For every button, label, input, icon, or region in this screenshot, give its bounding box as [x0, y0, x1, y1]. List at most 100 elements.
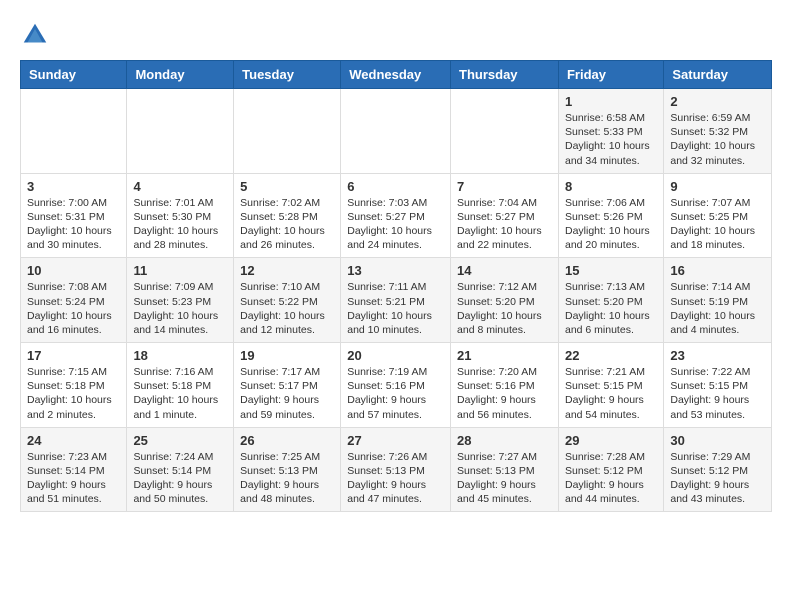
calendar-cell: 28 Sunrise: 7:27 AM Sunset: 5:13 PM Dayli…	[451, 427, 559, 512]
day-number: 20	[347, 348, 444, 363]
day-number: 13	[347, 263, 444, 278]
calendar-cell	[341, 89, 451, 174]
calendar-body: 1 Sunrise: 6:58 AM Sunset: 5:33 PM Daylig…	[21, 89, 772, 512]
day-info: Sunrise: 7:02 AM Sunset: 5:28 PM Dayligh…	[240, 196, 334, 253]
day-number: 30	[670, 433, 765, 448]
calendar-cell: 12Sunrise: 7:10 AM Sunset: 5:22 PM Dayli…	[234, 258, 341, 343]
day-number: 10	[27, 263, 120, 278]
calendar-cell: 24Sunrise: 7:23 AM Sunset: 5:14 PM Dayli…	[21, 427, 127, 512]
calendar-week-3: 10 Sunrise: 7:08 AM Sunset: 5:24 PM Dayli…	[21, 258, 772, 343]
day-number: 28	[457, 433, 552, 448]
day-info: Sunrise: 7:26 AM Sunset: 5:13 PM Dayligh…	[347, 450, 444, 507]
calendar-cell: 4 Sunrise: 7:01 AM Sunset: 5:30 PM Daylig…	[127, 173, 234, 258]
calendar-week-4: 17Sunrise: 7:15 AM Sunset: 5:18 PM Dayli…	[21, 343, 772, 428]
calendar-cell: 6 Sunrise: 7:03 AM Sunset: 5:27 PM Daylig…	[341, 173, 451, 258]
day-number: 23	[670, 348, 765, 363]
day-number: 8	[565, 179, 657, 194]
day-header-tuesday: Tuesday	[234, 61, 341, 89]
day-number: 16	[670, 263, 765, 278]
calendar-week-5: 24Sunrise: 7:23 AM Sunset: 5:14 PM Dayli…	[21, 427, 772, 512]
day-info: Sunrise: 7:08 AM Sunset: 5:24 PM Dayligh…	[27, 280, 120, 337]
logo-icon	[20, 20, 50, 50]
calendar-cell: 17Sunrise: 7:15 AM Sunset: 5:18 PM Dayli…	[21, 343, 127, 428]
day-number: 27	[347, 433, 444, 448]
day-number: 14	[457, 263, 552, 278]
calendar-cell: 16 Sunrise: 7:14 AM Sunset: 5:19 PM Dayli…	[664, 258, 772, 343]
day-number: 9	[670, 179, 765, 194]
calendar-header-row: SundayMondayTuesdayWednesdayThursdayFrid…	[21, 61, 772, 89]
day-info: Sunrise: 7:12 AM Sunset: 5:20 PM Dayligh…	[457, 280, 552, 337]
day-info: Sunrise: 7:14 AM Sunset: 5:19 PM Dayligh…	[670, 280, 765, 337]
day-info: Sunrise: 7:06 AM Sunset: 5:26 PM Dayligh…	[565, 196, 657, 253]
calendar-cell: 25 Sunrise: 7:24 AM Sunset: 5:14 PM Dayli…	[127, 427, 234, 512]
calendar-cell: 21 Sunrise: 7:20 AM Sunset: 5:16 PM Dayli…	[451, 343, 559, 428]
calendar-week-1: 1 Sunrise: 6:58 AM Sunset: 5:33 PM Daylig…	[21, 89, 772, 174]
day-info: Sunrise: 7:19 AM Sunset: 5:16 PM Dayligh…	[347, 365, 444, 422]
day-info: Sunrise: 6:59 AM Sunset: 5:32 PM Dayligh…	[670, 111, 765, 168]
calendar-cell: 18Sunrise: 7:16 AM Sunset: 5:18 PM Dayli…	[127, 343, 234, 428]
calendar-cell: 11 Sunrise: 7:09 AM Sunset: 5:23 PM Dayli…	[127, 258, 234, 343]
calendar-cell: 10 Sunrise: 7:08 AM Sunset: 5:24 PM Dayli…	[21, 258, 127, 343]
day-info: Sunrise: 7:22 AM Sunset: 5:15 PM Dayligh…	[670, 365, 765, 422]
calendar-cell: 26 Sunrise: 7:25 AM Sunset: 5:13 PM Dayli…	[234, 427, 341, 512]
calendar-cell: 29Sunrise: 7:28 AM Sunset: 5:12 PM Dayli…	[558, 427, 663, 512]
day-number: 19	[240, 348, 334, 363]
calendar-cell	[451, 89, 559, 174]
calendar-cell: 30 Sunrise: 7:29 AM Sunset: 5:12 PM Dayli…	[664, 427, 772, 512]
calendar-cell: 27 Sunrise: 7:26 AM Sunset: 5:13 PM Dayli…	[341, 427, 451, 512]
day-number: 11	[133, 263, 227, 278]
calendar-cell: 2 Sunrise: 6:59 AM Sunset: 5:32 PM Daylig…	[664, 89, 772, 174]
page: SundayMondayTuesdayWednesdayThursdayFrid…	[0, 0, 792, 522]
day-info: Sunrise: 7:10 AM Sunset: 5:22 PM Dayligh…	[240, 280, 334, 337]
day-info: Sunrise: 7:21 AM Sunset: 5:15 PM Dayligh…	[565, 365, 657, 422]
day-header-wednesday: Wednesday	[341, 61, 451, 89]
day-info: Sunrise: 7:17 AM Sunset: 5:17 PM Dayligh…	[240, 365, 334, 422]
day-number: 4	[133, 179, 227, 194]
day-header-thursday: Thursday	[451, 61, 559, 89]
logo	[20, 20, 54, 50]
day-number: 3	[27, 179, 120, 194]
day-number: 7	[457, 179, 552, 194]
day-info: Sunrise: 6:58 AM Sunset: 5:33 PM Dayligh…	[565, 111, 657, 168]
day-number: 21	[457, 348, 552, 363]
day-header-sunday: Sunday	[21, 61, 127, 89]
day-number: 1	[565, 94, 657, 109]
calendar-cell: 1 Sunrise: 6:58 AM Sunset: 5:33 PM Daylig…	[558, 89, 663, 174]
day-info: Sunrise: 7:29 AM Sunset: 5:12 PM Dayligh…	[670, 450, 765, 507]
day-header-friday: Friday	[558, 61, 663, 89]
day-header-monday: Monday	[127, 61, 234, 89]
day-info: Sunrise: 7:28 AM Sunset: 5:12 PM Dayligh…	[565, 450, 657, 507]
day-info: Sunrise: 7:03 AM Sunset: 5:27 PM Dayligh…	[347, 196, 444, 253]
day-number: 6	[347, 179, 444, 194]
day-info: Sunrise: 7:25 AM Sunset: 5:13 PM Dayligh…	[240, 450, 334, 507]
day-info: Sunrise: 7:20 AM Sunset: 5:16 PM Dayligh…	[457, 365, 552, 422]
calendar-cell	[127, 89, 234, 174]
calendar-cell: 5 Sunrise: 7:02 AM Sunset: 5:28 PM Daylig…	[234, 173, 341, 258]
day-number: 5	[240, 179, 334, 194]
day-info: Sunrise: 7:00 AM Sunset: 5:31 PM Dayligh…	[27, 196, 120, 253]
calendar-cell: 14 Sunrise: 7:12 AM Sunset: 5:20 PM Dayli…	[451, 258, 559, 343]
day-number: 2	[670, 94, 765, 109]
day-info: Sunrise: 7:16 AM Sunset: 5:18 PM Dayligh…	[133, 365, 227, 422]
calendar-cell: 13Sunrise: 7:11 AM Sunset: 5:21 PM Dayli…	[341, 258, 451, 343]
calendar-cell: 3 Sunrise: 7:00 AM Sunset: 5:31 PM Daylig…	[21, 173, 127, 258]
calendar-cell: 20 Sunrise: 7:19 AM Sunset: 5:16 PM Dayli…	[341, 343, 451, 428]
day-info: Sunrise: 7:07 AM Sunset: 5:25 PM Dayligh…	[670, 196, 765, 253]
day-info: Sunrise: 7:24 AM Sunset: 5:14 PM Dayligh…	[133, 450, 227, 507]
day-info: Sunrise: 7:15 AM Sunset: 5:18 PM Dayligh…	[27, 365, 120, 422]
day-info: Sunrise: 7:13 AM Sunset: 5:20 PM Dayligh…	[565, 280, 657, 337]
day-number: 25	[133, 433, 227, 448]
day-info: Sunrise: 7:09 AM Sunset: 5:23 PM Dayligh…	[133, 280, 227, 337]
day-info: Sunrise: 7:04 AM Sunset: 5:27 PM Dayligh…	[457, 196, 552, 253]
day-number: 26	[240, 433, 334, 448]
calendar: SundayMondayTuesdayWednesdayThursdayFrid…	[20, 60, 772, 512]
calendar-cell	[234, 89, 341, 174]
day-info: Sunrise: 7:27 AM Sunset: 5:13 PM Dayligh…	[457, 450, 552, 507]
calendar-cell: 23 Sunrise: 7:22 AM Sunset: 5:15 PM Dayli…	[664, 343, 772, 428]
day-info: Sunrise: 7:01 AM Sunset: 5:30 PM Dayligh…	[133, 196, 227, 253]
day-number: 15	[565, 263, 657, 278]
day-number: 22	[565, 348, 657, 363]
calendar-cell: 7 Sunrise: 7:04 AM Sunset: 5:27 PM Daylig…	[451, 173, 559, 258]
header	[20, 20, 772, 50]
calendar-cell: 15 Sunrise: 7:13 AM Sunset: 5:20 PM Dayli…	[558, 258, 663, 343]
